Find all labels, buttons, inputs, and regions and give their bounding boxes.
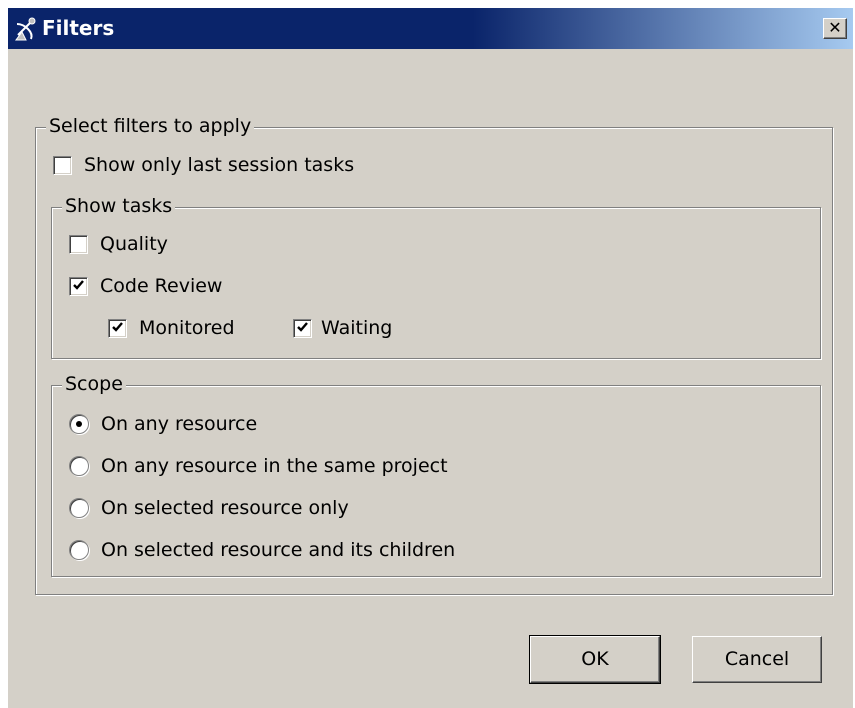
monitored-checkbox-row[interactable]: Monitored <box>108 315 235 341</box>
window-title: Filters <box>42 16 115 40</box>
quality-label: Quality <box>100 233 168 255</box>
waiting-checkbox[interactable] <box>293 318 312 338</box>
scope-option-row[interactable]: On selected resource and its children <box>69 537 455 563</box>
waiting-label: Waiting <box>321 317 393 339</box>
monitored-label: Monitored <box>139 317 235 339</box>
scope-selected-resource-label: On selected resource only <box>101 497 349 519</box>
scope-same-project-label: On any resource in the same project <box>101 455 448 477</box>
scope-any-resource-radio[interactable] <box>69 414 89 434</box>
scope-same-project-radio[interactable] <box>69 456 89 476</box>
scope-option-row[interactable]: On any resource in the same project <box>69 453 448 479</box>
title-bar[interactable]: Filters ✕ <box>8 8 853 49</box>
monitored-checkbox[interactable] <box>108 318 127 338</box>
scope-resource-children-radio[interactable] <box>69 540 89 560</box>
cancel-button[interactable]: Cancel <box>692 636 822 683</box>
checkmark-icon <box>297 321 308 332</box>
waiting-checkbox-row[interactable]: Waiting <box>293 315 392 341</box>
checkmark-icon <box>73 279 84 290</box>
scope-any-resource-label: On any resource <box>101 413 258 435</box>
code-review-checkbox[interactable] <box>69 276 88 296</box>
quality-checkbox-row[interactable]: Quality <box>69 231 168 257</box>
satellite-dish-icon <box>15 17 36 41</box>
checkmark-icon <box>112 321 123 332</box>
code-review-label: Code Review <box>100 275 223 297</box>
scope-option-row[interactable]: On selected resource only <box>69 495 349 521</box>
select-filters-legend: Select filters to apply <box>46 115 255 137</box>
scope-resource-children-label: On selected resource and its children <box>101 539 456 561</box>
show-tasks-legend: Show tasks <box>62 195 176 217</box>
show-last-session-checkbox[interactable] <box>53 155 72 175</box>
show-last-session-label: Show only last session tasks <box>84 154 355 176</box>
scope-legend: Scope <box>62 373 126 395</box>
ok-button[interactable]: OK <box>529 635 661 684</box>
quality-checkbox[interactable] <box>69 234 88 254</box>
scope-option-row[interactable]: On any resource <box>69 411 257 437</box>
close-icon: ✕ <box>828 18 842 37</box>
radio-dot-icon <box>76 421 82 427</box>
scope-selected-resource-radio[interactable] <box>69 498 89 518</box>
filters-dialog: Filters ✕ Select filters to apply Show o… <box>8 8 853 708</box>
code-review-checkbox-row[interactable]: Code Review <box>69 273 222 299</box>
show-last-session-checkbox-row[interactable]: Show only last session tasks <box>53 152 354 178</box>
close-button[interactable]: ✕ <box>823 18 847 39</box>
